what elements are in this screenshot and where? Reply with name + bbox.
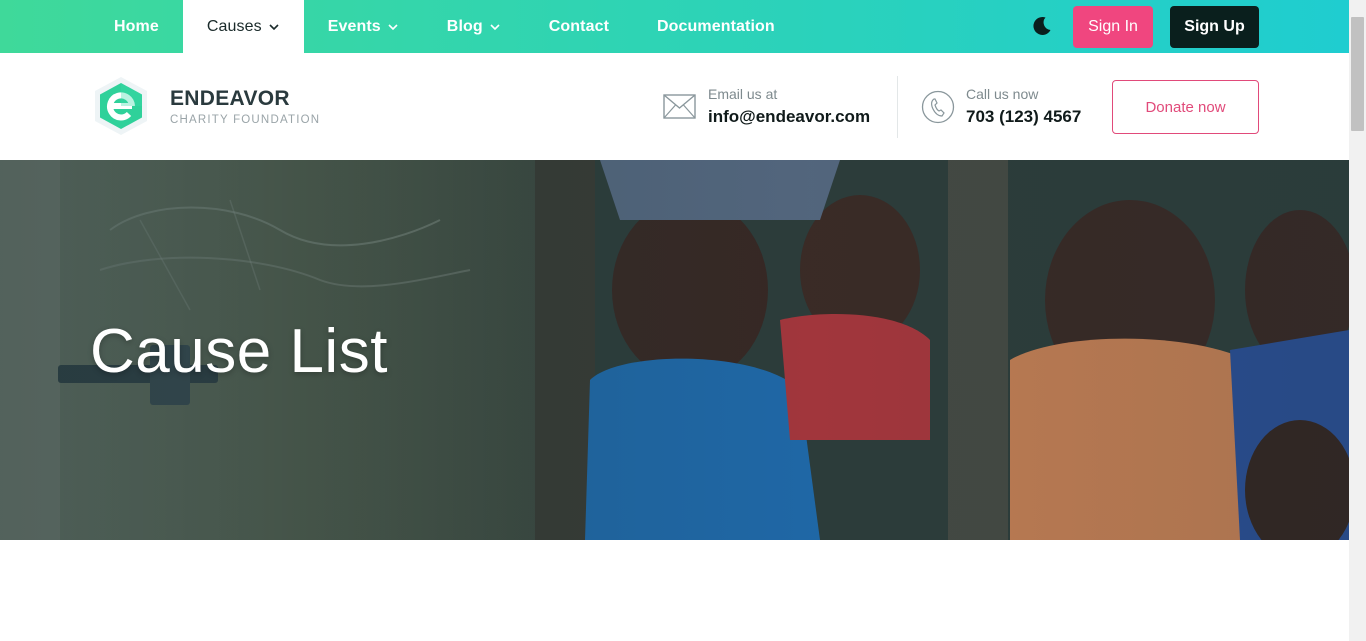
chevron-down-icon [489,21,501,33]
nav-item-label: Contact [548,17,610,35]
email-label: Email us at [708,86,778,102]
brand-tagline: CHARITY FOUNDATION [170,114,321,126]
main-nav: Home Causes Events Blog Contact Document… [90,0,799,53]
nav-item-documentation[interactable]: Documentation [633,0,799,53]
nav-item-blog[interactable]: Blog [423,0,525,53]
scrollbar-thumb[interactable] [1351,17,1364,131]
nav-item-contact[interactable]: Contact [525,0,633,53]
page-title: Cause List [90,317,388,386]
nav-item-causes[interactable]: Causes [182,0,304,53]
chevron-down-icon [268,21,280,33]
nav-item-label: Causes [206,17,262,35]
phone-number[interactable]: 703 (123) 4567 [966,107,1081,127]
sign-in-button[interactable]: Sign In [1073,6,1153,48]
email-address[interactable]: info@endeavor.com [708,107,870,127]
nav-item-home[interactable]: Home [90,0,183,53]
donate-button[interactable]: Donate now [1112,80,1259,134]
site-header: ENDEAVOR CHARITY FOUNDATION Email us at … [0,53,1349,160]
phone-icon [921,90,955,124]
nav-item-events[interactable]: Events [304,0,423,53]
nav-item-label: Home [114,17,159,35]
sign-up-button[interactable]: Sign Up [1170,6,1259,48]
moon-icon[interactable] [1030,14,1054,38]
header-divider [897,76,898,138]
phone-label: Call us now [966,86,1039,102]
brand-name: ENDEAVOR [170,87,290,110]
nav-item-label: Events [327,17,381,35]
page-scrollbar[interactable] [1349,0,1366,641]
nav-item-label: Blog [446,17,483,35]
chevron-down-icon [387,21,399,33]
top-navbar: Home Causes Events Blog Contact Document… [0,0,1349,53]
hero-banner: Cause List [0,160,1349,540]
envelope-icon [663,93,697,121]
brand-logo[interactable] [90,75,152,137]
nav-item-label: Documentation [657,17,775,35]
